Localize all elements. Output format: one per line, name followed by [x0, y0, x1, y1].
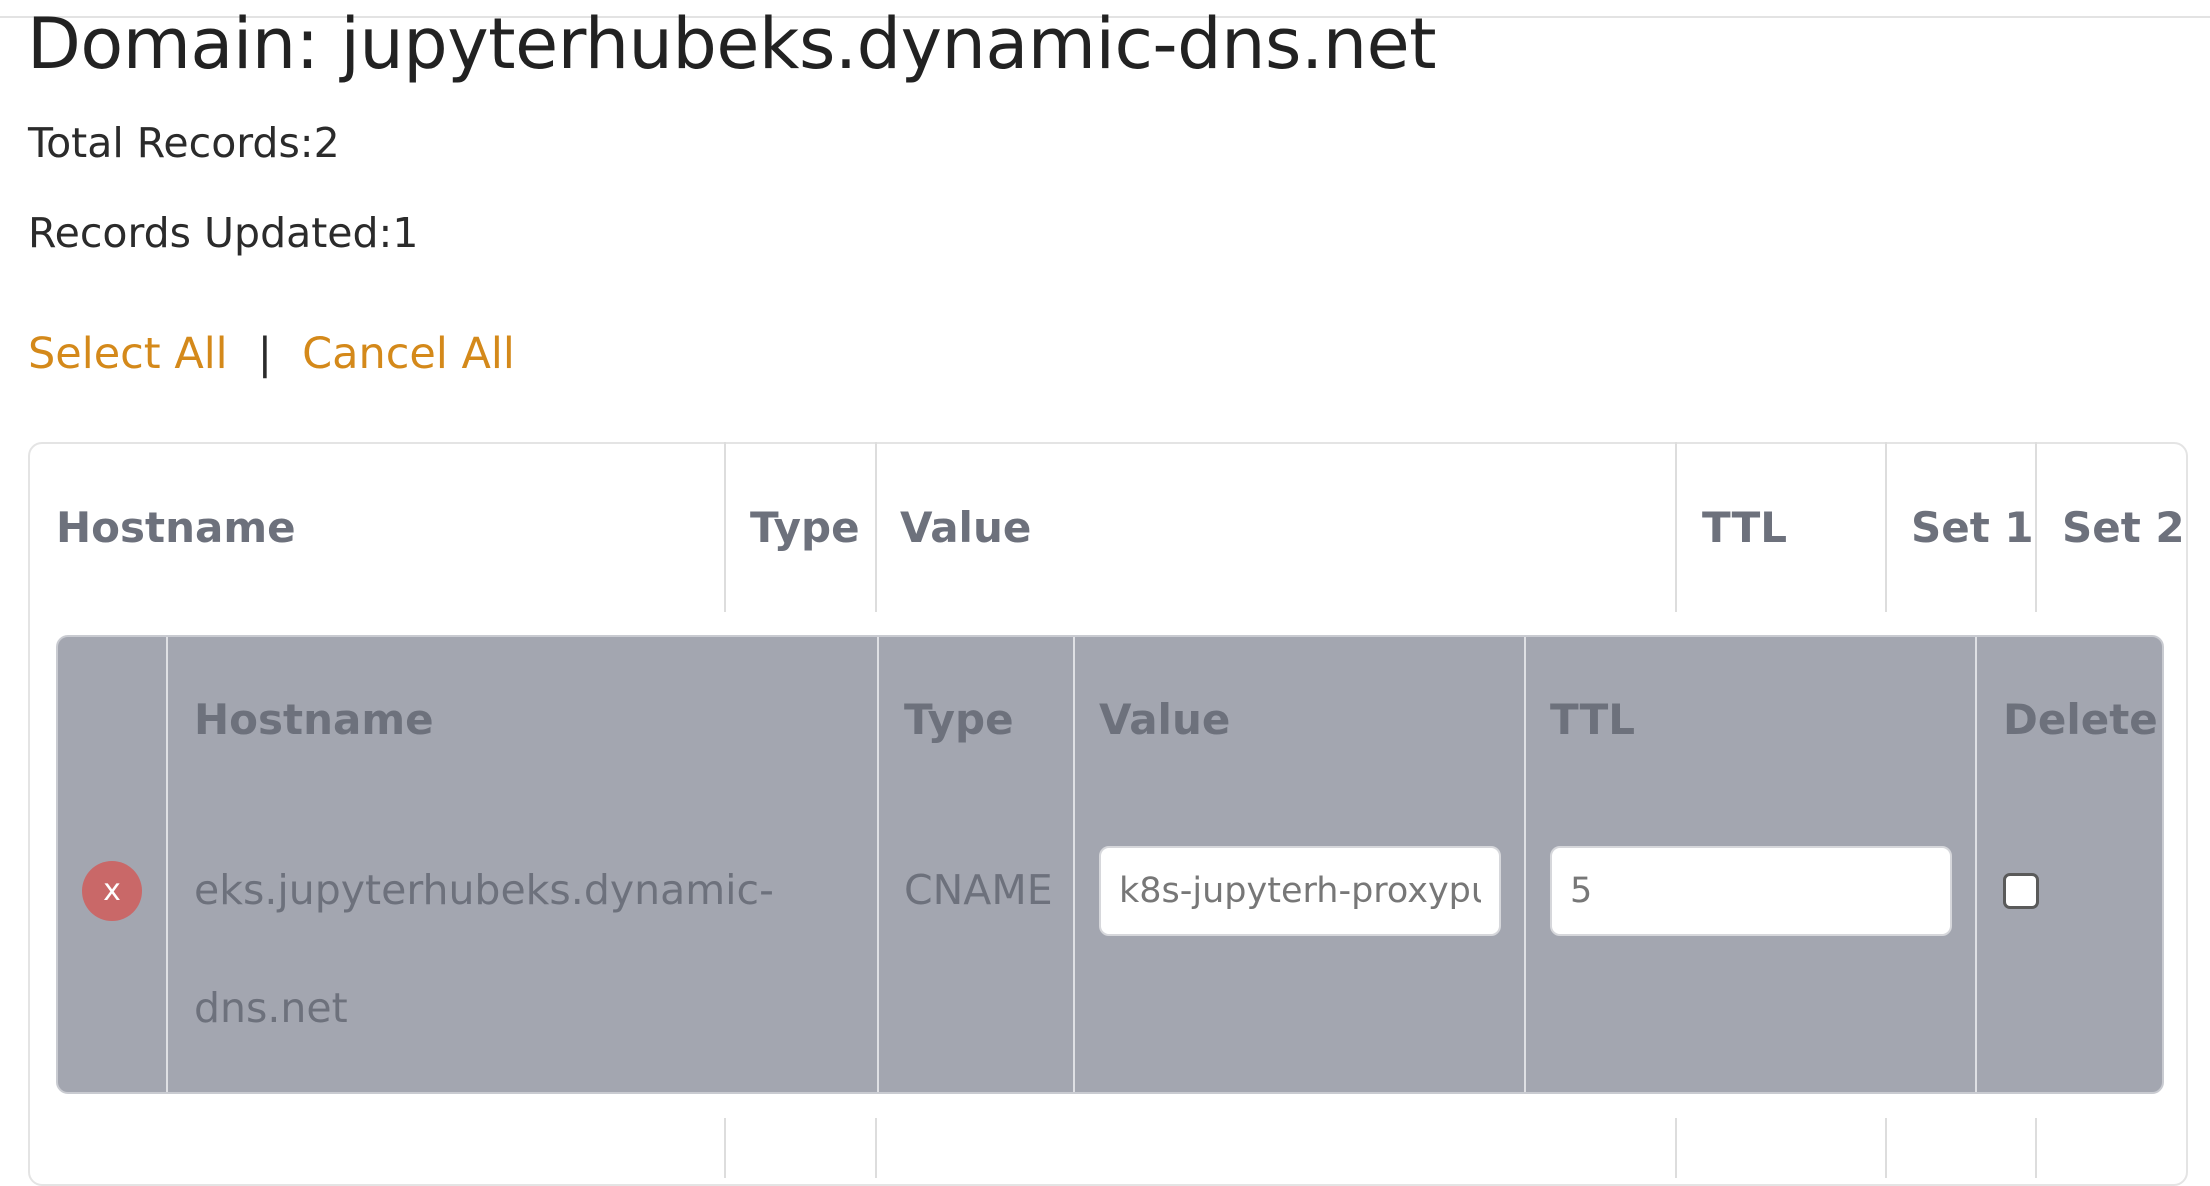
column-divider	[1885, 1118, 1887, 1178]
header-set1: Set 1	[1911, 503, 2034, 552]
header-set2: Set 2	[2062, 503, 2185, 552]
records-updated: Records Updated:1	[28, 209, 419, 257]
record-column-divider	[166, 637, 168, 1092]
remove-record-button[interactable]: x	[82, 861, 142, 921]
record-hostname: eks.jupyterhubeks.dynamic-	[194, 866, 774, 914]
record-column-divider	[1073, 637, 1075, 1092]
total-records: Total Records:2	[28, 119, 340, 167]
column-divider	[1885, 442, 1887, 612]
header-hostname: Hostname	[56, 503, 296, 552]
column-divider	[1675, 1118, 1677, 1178]
bulk-actions: Select All | Cancel All	[28, 328, 515, 380]
record-ttl-input[interactable]	[1550, 846, 1952, 936]
header-type: Type	[750, 503, 860, 552]
record-column-divider	[1524, 637, 1526, 1092]
page-title: Domain: jupyterhubeks.dynamic-dns.net	[27, 3, 1437, 85]
header-ttl: TTL	[1702, 503, 1788, 552]
close-icon: x	[103, 873, 121, 908]
record-column-divider	[877, 637, 879, 1092]
record-hostname-continued: dns.net	[194, 984, 348, 1032]
record-header-ttl: TTL	[1550, 695, 1636, 744]
action-separator: |	[257, 329, 273, 379]
record-header-delete: Delete	[2003, 695, 2158, 744]
record-type: CNAME	[904, 866, 1053, 914]
column-divider	[2035, 1118, 2037, 1178]
header-value: Value	[900, 503, 1032, 552]
column-divider	[724, 1118, 726, 1178]
record-header-value: Value	[1099, 695, 1231, 744]
column-divider	[2035, 442, 2037, 612]
record-value-input[interactable]	[1099, 846, 1501, 936]
column-divider	[875, 1118, 877, 1178]
cancel-all-link[interactable]: Cancel All	[302, 329, 515, 379]
record-header-type: Type	[904, 695, 1014, 744]
column-divider	[1675, 442, 1677, 612]
select-all-link[interactable]: Select All	[28, 329, 228, 379]
delete-checkbox[interactable]	[2003, 873, 2039, 909]
column-divider	[724, 442, 726, 612]
column-divider	[875, 442, 877, 612]
record-column-divider	[1975, 637, 1977, 1092]
record-header-hostname: Hostname	[194, 695, 434, 744]
